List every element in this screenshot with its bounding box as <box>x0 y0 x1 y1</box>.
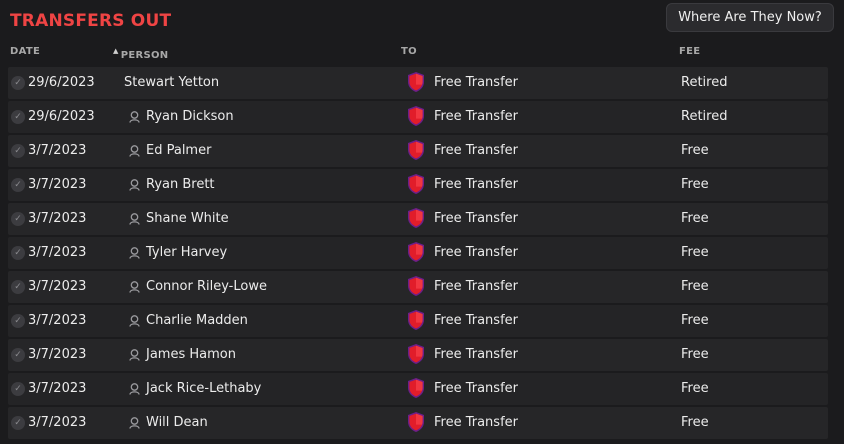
row-person-name[interactable]: Will Dean <box>146 407 208 439</box>
club-shield-icon <box>406 339 426 371</box>
check-circle-icon: ✓ <box>11 178 25 192</box>
club-shield-icon <box>406 101 426 133</box>
row-date: 3/7/2023 <box>28 313 87 328</box>
row-person-name[interactable]: Jack Rice-Lethaby <box>146 373 261 405</box>
row-date: 3/7/2023 <box>28 211 87 226</box>
row-date: 3/7/2023 <box>28 245 87 260</box>
row-fee: Free <box>681 381 709 396</box>
row-date: 29/6/2023 <box>28 109 95 124</box>
table-row[interactable]: ✓ 29/6/2023 Ryan Dickson Free Transfer R… <box>8 101 828 133</box>
person-icon <box>128 101 140 133</box>
row-person-name[interactable]: Connor Riley-Lowe <box>146 271 267 303</box>
table-row[interactable]: ✓ 3/7/2023 Shane White Free Transfer Fre… <box>8 203 828 235</box>
row-club-name[interactable]: Free Transfer <box>434 339 518 371</box>
table-row[interactable]: ✓ 3/7/2023 Ed Palmer Free Transfer Free <box>8 135 828 167</box>
column-header-person[interactable]: ▲ PERSON <box>113 46 168 61</box>
row-person-name[interactable]: Ryan Dickson <box>146 101 234 133</box>
table-row[interactable]: ✓ 3/7/2023 Charlie Madden Free Transfer … <box>8 305 828 337</box>
row-date: 3/7/2023 <box>28 177 87 192</box>
row-club-name[interactable]: Free Transfer <box>434 101 518 133</box>
table-row[interactable]: ✓ 3/7/2023 James Hamon Free Transfer Fre… <box>8 339 828 371</box>
row-date: 3/7/2023 <box>28 279 87 294</box>
check-circle-icon: ✓ <box>11 144 25 158</box>
row-date: 3/7/2023 <box>28 415 87 430</box>
club-shield-icon <box>406 271 426 303</box>
row-person-name[interactable]: James Hamon <box>146 339 236 371</box>
column-header-date[interactable]: DATE <box>10 46 40 57</box>
row-fee: Free <box>681 347 709 362</box>
row-fee: Free <box>681 415 709 430</box>
club-shield-icon <box>406 203 426 235</box>
person-icon <box>128 305 140 337</box>
person-icon <box>128 339 140 371</box>
club-shield-icon <box>406 135 426 167</box>
row-club-name[interactable]: Free Transfer <box>434 169 518 201</box>
column-header-fee[interactable]: FEE <box>679 46 700 57</box>
row-person-name[interactable]: Stewart Yetton <box>124 67 219 99</box>
row-fee: Retired <box>681 109 728 124</box>
row-person-name[interactable]: Ryan Brett <box>146 169 215 201</box>
table-header: DATE ▲ PERSON TO FEE <box>0 42 844 62</box>
person-icon <box>128 169 140 201</box>
table-row[interactable]: ✓ 3/7/2023 Ryan Brett Free Transfer Free <box>8 169 828 201</box>
row-club-name[interactable]: Free Transfer <box>434 271 518 303</box>
row-person-name[interactable]: Tyler Harvey <box>146 237 227 269</box>
table-row[interactable]: ✓ 29/6/2023 Stewart Yetton Free Transfer… <box>8 67 828 99</box>
row-fee: Retired <box>681 75 728 90</box>
where-are-they-now-button[interactable]: Where Are They Now? <box>666 3 834 32</box>
row-fee: Free <box>681 313 709 328</box>
row-club-name[interactable]: Free Transfer <box>434 67 518 99</box>
sort-ascending-icon: ▲ <box>113 47 119 55</box>
row-club-name[interactable]: Free Transfer <box>434 407 518 439</box>
row-club-name[interactable]: Free Transfer <box>434 203 518 235</box>
row-fee: Free <box>681 279 709 294</box>
check-circle-icon: ✓ <box>11 76 25 90</box>
panel-title: TRANSFERS OUT <box>10 11 172 31</box>
row-fee: Free <box>681 245 709 260</box>
check-circle-icon: ✓ <box>11 246 25 260</box>
check-circle-icon: ✓ <box>11 382 25 396</box>
check-circle-icon: ✓ <box>11 348 25 362</box>
column-header-person-label: PERSON <box>120 50 169 61</box>
club-shield-icon <box>406 169 426 201</box>
row-fee: Free <box>681 177 709 192</box>
row-club-name[interactable]: Free Transfer <box>434 135 518 167</box>
row-club-name[interactable]: Free Transfer <box>434 237 518 269</box>
club-shield-icon <box>406 373 426 405</box>
table-row[interactable]: ✓ 3/7/2023 Jack Rice-Lethaby Free Transf… <box>8 373 828 405</box>
person-icon <box>128 203 140 235</box>
row-fee: Free <box>681 211 709 226</box>
table-row[interactable]: ✓ 3/7/2023 Tyler Harvey Free Transfer Fr… <box>8 237 828 269</box>
row-date: 3/7/2023 <box>28 143 87 158</box>
club-shield-icon <box>406 407 426 439</box>
row-club-name[interactable]: Free Transfer <box>434 305 518 337</box>
row-person-name[interactable]: Charlie Madden <box>146 305 248 337</box>
check-circle-icon: ✓ <box>11 110 25 124</box>
transfers-table-body: ✓ 29/6/2023 Stewart Yetton Free Transfer… <box>8 67 828 441</box>
person-icon <box>128 271 140 303</box>
club-shield-icon <box>406 237 426 269</box>
check-circle-icon: ✓ <box>11 280 25 294</box>
row-date: 3/7/2023 <box>28 347 87 362</box>
person-icon <box>128 373 140 405</box>
row-date: 29/6/2023 <box>28 75 95 90</box>
row-club-name[interactable]: Free Transfer <box>434 373 518 405</box>
check-circle-icon: ✓ <box>11 212 25 226</box>
person-icon <box>128 237 140 269</box>
row-fee: Free <box>681 143 709 158</box>
person-icon <box>128 135 140 167</box>
column-header-to[interactable]: TO <box>401 46 417 57</box>
check-circle-icon: ✓ <box>11 314 25 328</box>
row-person-name[interactable]: Shane White <box>146 203 229 235</box>
table-row[interactable]: ✓ 3/7/2023 Will Dean Free Transfer Free <box>8 407 828 439</box>
check-circle-icon: ✓ <box>11 416 25 430</box>
row-person-name[interactable]: Ed Palmer <box>146 135 211 167</box>
row-date: 3/7/2023 <box>28 381 87 396</box>
transfers-out-panel: TRANSFERS OUT Where Are They Now? DATE ▲… <box>0 0 844 444</box>
person-icon <box>128 407 140 439</box>
club-shield-icon <box>406 305 426 337</box>
table-row[interactable]: ✓ 3/7/2023 Connor Riley-Lowe Free Transf… <box>8 271 828 303</box>
club-shield-icon <box>406 67 426 99</box>
